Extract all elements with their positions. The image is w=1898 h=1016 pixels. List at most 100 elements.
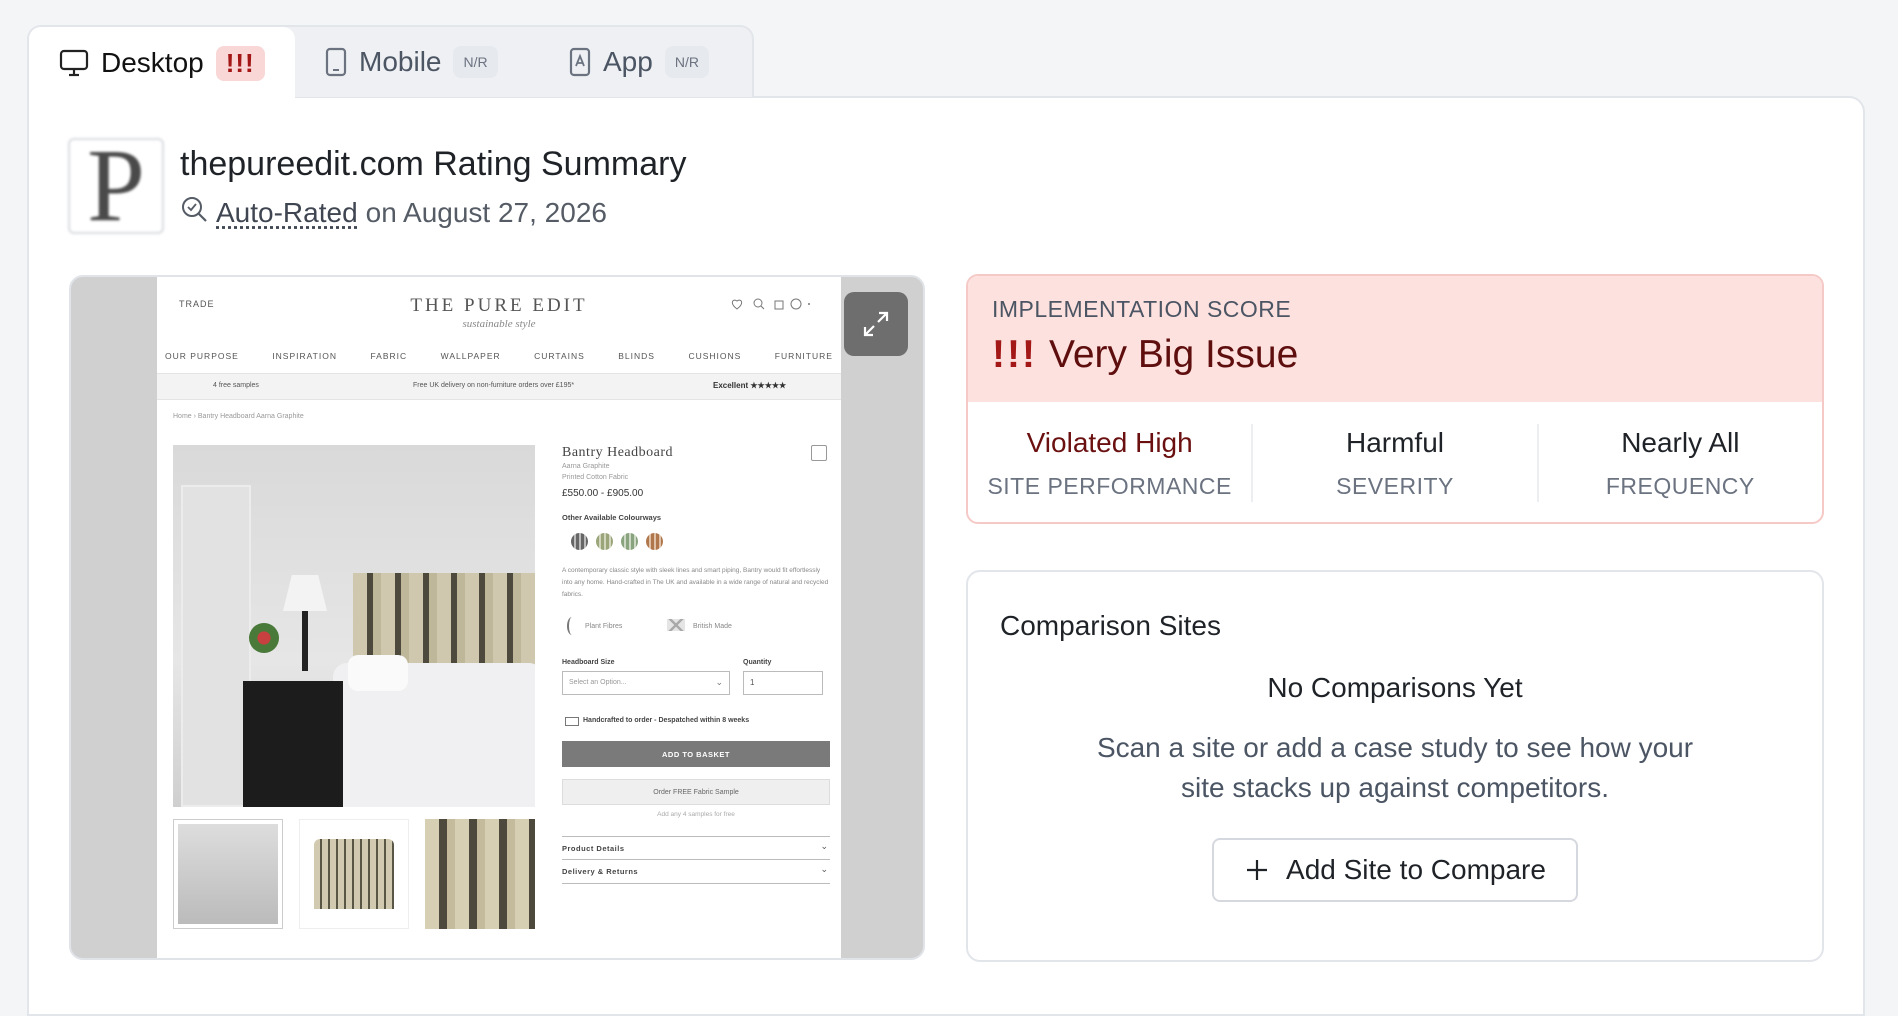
qty-label: Quantity — [743, 659, 772, 666]
expand-icon — [863, 311, 889, 337]
product-variant: Aarna Graphite — [562, 463, 610, 470]
chevron-down-icon: ⌄ — [820, 864, 828, 874]
promo-delivery: Free UK delivery on non-furniture orders… — [413, 382, 575, 389]
feature-plant: Plant Fibres — [585, 623, 623, 630]
score-value: !!! Very Big Issue — [992, 333, 1798, 377]
rated-info: Auto-Rated on August 27, 2026 — [180, 195, 607, 230]
empty-state-title: No Comparisons Yet — [1267, 672, 1523, 703]
promo-samples: 4 free samples — [213, 382, 259, 389]
tab-mobile-label: Mobile — [359, 46, 442, 77]
plant-icon — [567, 617, 577, 635]
product-fabric: Printed Cotton Fabric — [562, 474, 629, 481]
auto-rated-link[interactable]: Auto-Rated — [216, 197, 358, 229]
samples-note: Add any 4 samples for free — [657, 811, 735, 818]
empty-state-description: Scan a site or add a case study to see h… — [1096, 732, 1694, 803]
accordion-product-details[interactable]: Product Details ⌄ — [562, 836, 830, 860]
comparison-title: Comparison Sites — [1000, 610, 1221, 641]
accordion-label: Delivery & Returns — [562, 867, 639, 876]
add-to-basket-label: ADD TO BASKET — [661, 749, 731, 759]
swatch[interactable] — [646, 533, 663, 550]
app-store-icon — [569, 47, 591, 77]
swatch[interactable] — [571, 533, 588, 550]
platform-tabs: Desktop !!! Mobile N/R App N/R — [27, 25, 754, 99]
brand-tagline: sustainable style — [462, 318, 536, 330]
score-label: IMPLEMENTATION SCORE — [992, 296, 1292, 322]
nav-item: BLINDS — [618, 351, 655, 361]
accordion-label: Product Details — [562, 844, 625, 853]
thumbnail[interactable] — [299, 819, 409, 929]
colourways-label: Other Available Colourways — [562, 513, 662, 522]
metric-key: SITE PERFORMANCE — [987, 472, 1232, 499]
swatch[interactable] — [621, 533, 638, 550]
metric-frequency: Nearly All FREQUENCY — [1536, 424, 1822, 502]
free-sample-label: Order FREE Fabric Sample — [653, 788, 739, 796]
nav-item: FURNITURE — [774, 351, 833, 361]
metric-value: Harmful — [1345, 426, 1444, 458]
promo-bar: 4 free samples Free UK delivery on non-f… — [157, 373, 841, 400]
product-main-image — [173, 445, 535, 807]
score-header: IMPLEMENTATION SCORE !!! Very Big Issue — [968, 276, 1822, 402]
score-metrics: Violated High SITE PERFORMANCE Harmful S… — [968, 402, 1822, 522]
mobile-icon — [325, 47, 347, 77]
product-description: A contemporary classic style with sleek … — [562, 567, 829, 598]
site-nav: OUR PURPOSE INSPIRATION FABRIC WALLPAPER… — [165, 351, 833, 361]
nav-item: WALLPAPER — [440, 351, 501, 361]
accordion-delivery[interactable]: Delivery & Returns ⌄ — [562, 860, 830, 884]
wishlist-icon[interactable] — [811, 445, 827, 461]
quantity-input[interactable]: 1 — [743, 671, 823, 695]
site-page: TRADE THE PURE EDIT sustainable style OU… — [157, 277, 841, 958]
tab-app[interactable]: App N/R — [539, 27, 752, 97]
nav-item: CURTAINS — [534, 351, 585, 361]
size-select[interactable]: Select an Option... ⌄ — [562, 671, 730, 695]
account-icons — [731, 298, 810, 310]
score-value-text: Very Big Issue — [1048, 333, 1299, 376]
metric-key: FREQUENCY — [1605, 472, 1755, 499]
page-title: thepureedit.com Rating Summary — [180, 145, 687, 183]
trade-link: TRADE — [179, 299, 215, 309]
quantity-value: 1 — [750, 678, 755, 687]
product-name: Bantry Headboard — [562, 445, 674, 460]
site-logo: P — [68, 134, 164, 238]
search-check-icon — [180, 195, 208, 230]
promo-rating: Excellent ★★★★★ — [713, 381, 787, 390]
rated-date: on August 27, 2026 — [365, 196, 607, 228]
metric-key: SEVERITY — [1336, 472, 1454, 499]
colourway-swatches — [571, 533, 663, 550]
nav-item: INSPIRATION — [272, 351, 337, 361]
expand-button[interactable] — [844, 292, 908, 356]
truck-icon — [565, 717, 579, 726]
add-to-basket-button[interactable]: ADD TO BASKET — [562, 741, 830, 767]
swatch[interactable] — [596, 533, 613, 550]
brand-name: THE PURE EDIT — [410, 295, 588, 316]
flag-icon — [667, 619, 685, 631]
tab-desktop-label: Desktop — [101, 47, 204, 78]
desktop-icon — [59, 49, 89, 77]
add-site-label: Add Site to Compare — [1286, 854, 1546, 885]
chevron-down-icon: ⌄ — [715, 677, 723, 687]
tab-desktop-badge: !!! — [215, 45, 265, 81]
header-icons — [731, 297, 811, 311]
plus-icon — [1247, 860, 1268, 880]
breadcrumb: Home › Bantry Headboard Aarna Graphite — [173, 413, 304, 420]
add-site-button[interactable]: Add Site to Compare — [1212, 838, 1578, 902]
free-sample-button[interactable]: Order FREE Fabric Sample — [562, 779, 830, 805]
chevron-down-icon: ⌄ — [820, 841, 828, 851]
thumbnail[interactable] — [425, 819, 535, 929]
feature-british: British Made — [693, 623, 732, 630]
comparison-sites-card: Comparison Sites No Comparisons Yet Scan… — [966, 570, 1824, 962]
nav-item: OUR PURPOSE — [165, 351, 239, 361]
thumbnail[interactable] — [173, 819, 283, 929]
tab-desktop[interactable]: Desktop !!! — [29, 27, 295, 99]
product-price: £550.00 - £905.00 — [562, 488, 644, 499]
metric-value: Nearly All — [1621, 426, 1740, 458]
severity-bang-icon: !!! — [992, 333, 1037, 376]
site-screenshot[interactable]: TRADE THE PURE EDIT sustainable style OU… — [69, 275, 925, 960]
implementation-score-card: IMPLEMENTATION SCORE !!! Very Big Issue … — [966, 274, 1824, 524]
metric-severity: Harmful SEVERITY — [1251, 424, 1536, 502]
size-label: Headboard Size — [562, 659, 615, 666]
size-placeholder: Select an Option... — [569, 679, 627, 686]
tab-mobile[interactable]: Mobile N/R — [295, 27, 539, 97]
metric-value: Violated High — [1026, 426, 1193, 458]
metric-site-performance: Violated High SITE PERFORMANCE — [968, 424, 1251, 502]
dispatch-info: Handcrafted to order - Despatched within… — [583, 717, 750, 724]
